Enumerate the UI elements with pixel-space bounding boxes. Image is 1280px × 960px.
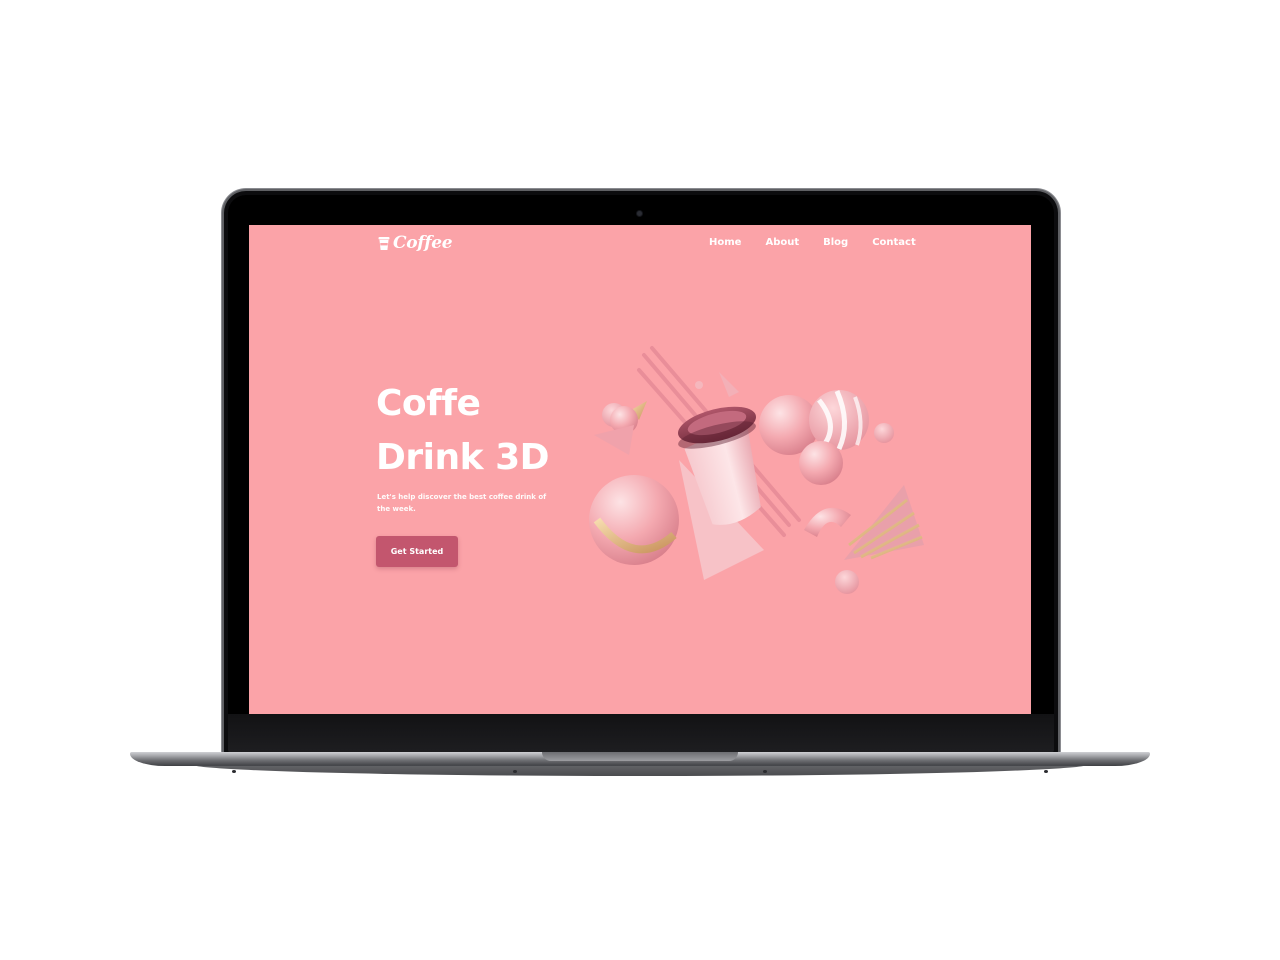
laptop-foot [1044,770,1048,773]
hero-title: Coffe Drink 3D [376,377,550,485]
get-started-button[interactable]: Get Started [376,536,458,567]
laptop-notch [542,752,738,761]
brand-name: Coffee [393,233,453,253]
nav-contact[interactable]: Contact [872,237,916,248]
website-screen: Coffee Home About Blog Contact Coffe Dri… [249,225,1031,714]
laptop-base-shadow [190,764,1090,776]
laptop-chin [228,714,1054,754]
brand-logo[interactable]: Coffee [378,233,453,253]
laptop-foot [763,770,767,773]
nav-blog[interactable]: Blog [823,237,848,248]
hero-subtitle: Let's help discover the best coffee drin… [377,493,547,513]
nav-about[interactable]: About [765,237,799,248]
torus-fragment [804,507,851,537]
nav-home[interactable]: Home [709,237,741,248]
camera-icon [637,211,642,216]
coffee-cup-3d [677,406,761,525]
laptop-foot [232,770,236,773]
laptop-foot [513,770,517,773]
sphere-mid [799,441,843,485]
hero-title-line-2: Drink 3D [376,437,550,478]
hero-3d-illustration [589,346,924,594]
device-mockup: Coffee Home About Blog Contact Coffe Dri… [0,0,1280,960]
gold-striped-triangle [844,485,924,560]
coffee-cup-icon [378,236,390,250]
main-nav: Home About Blog Contact [709,237,940,248]
hero-title-line-1: Coffe [376,383,481,424]
